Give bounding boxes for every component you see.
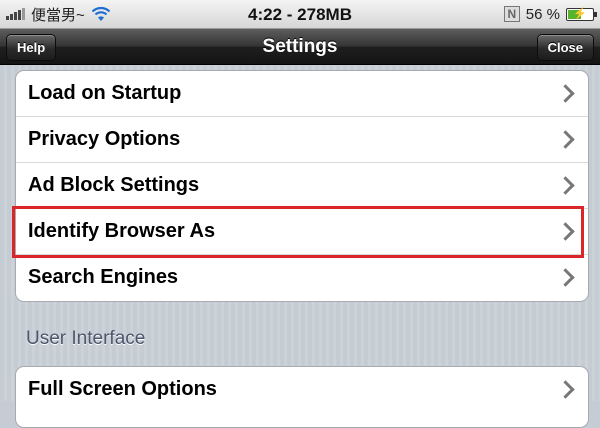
- settings-row-search-engines[interactable]: Search Engines: [16, 255, 588, 301]
- chevron-right-icon: [556, 222, 575, 241]
- charging-bolt-icon: ⚡: [573, 7, 587, 20]
- settings-row-load-on-startup[interactable]: Load on Startup: [16, 71, 588, 117]
- chevron-right-icon: [556, 176, 575, 195]
- row-label: Load on Startup: [28, 82, 182, 104]
- page-title: Settings: [262, 36, 338, 57]
- user-interface-group: Full Screen Options: [15, 366, 589, 428]
- row-label: Identify Browser As: [28, 220, 216, 242]
- settings-row-full-screen-options[interactable]: Full Screen Options: [16, 367, 588, 413]
- settings-row-ad-block-settings[interactable]: Ad Block Settings: [16, 163, 588, 209]
- navigation-bar: Help Settings Close: [0, 29, 600, 65]
- close-button[interactable]: Close: [536, 34, 594, 61]
- row-label: Ad Block Settings: [28, 174, 200, 196]
- battery-percent: 56 %: [525, 5, 560, 23]
- row-label: Search Engines: [28, 266, 179, 288]
- status-right: N 56 % ⚡: [503, 4, 597, 24]
- chevron-right-icon: [556, 268, 575, 287]
- row-label: Full Screen Options: [28, 378, 217, 400]
- settings-group: Load on Startup Privacy Options Ad Block…: [15, 70, 589, 302]
- section-header-user-interface: User Interface: [26, 328, 146, 349]
- settings-row-identify-browser-as[interactable]: Identify Browser As: [16, 209, 588, 255]
- chevron-right-icon: [556, 84, 575, 103]
- settings-row-privacy-options[interactable]: Privacy Options: [16, 117, 588, 163]
- app-badge-icon: N: [503, 6, 520, 22]
- chevron-right-icon: [556, 380, 575, 399]
- battery-icon: ⚡: [566, 7, 597, 21]
- status-bar: 便當男~ 4:22 - 278MB N 56 % ⚡: [0, 0, 600, 29]
- chevron-right-icon: [556, 130, 575, 149]
- row-label: Privacy Options: [28, 128, 181, 150]
